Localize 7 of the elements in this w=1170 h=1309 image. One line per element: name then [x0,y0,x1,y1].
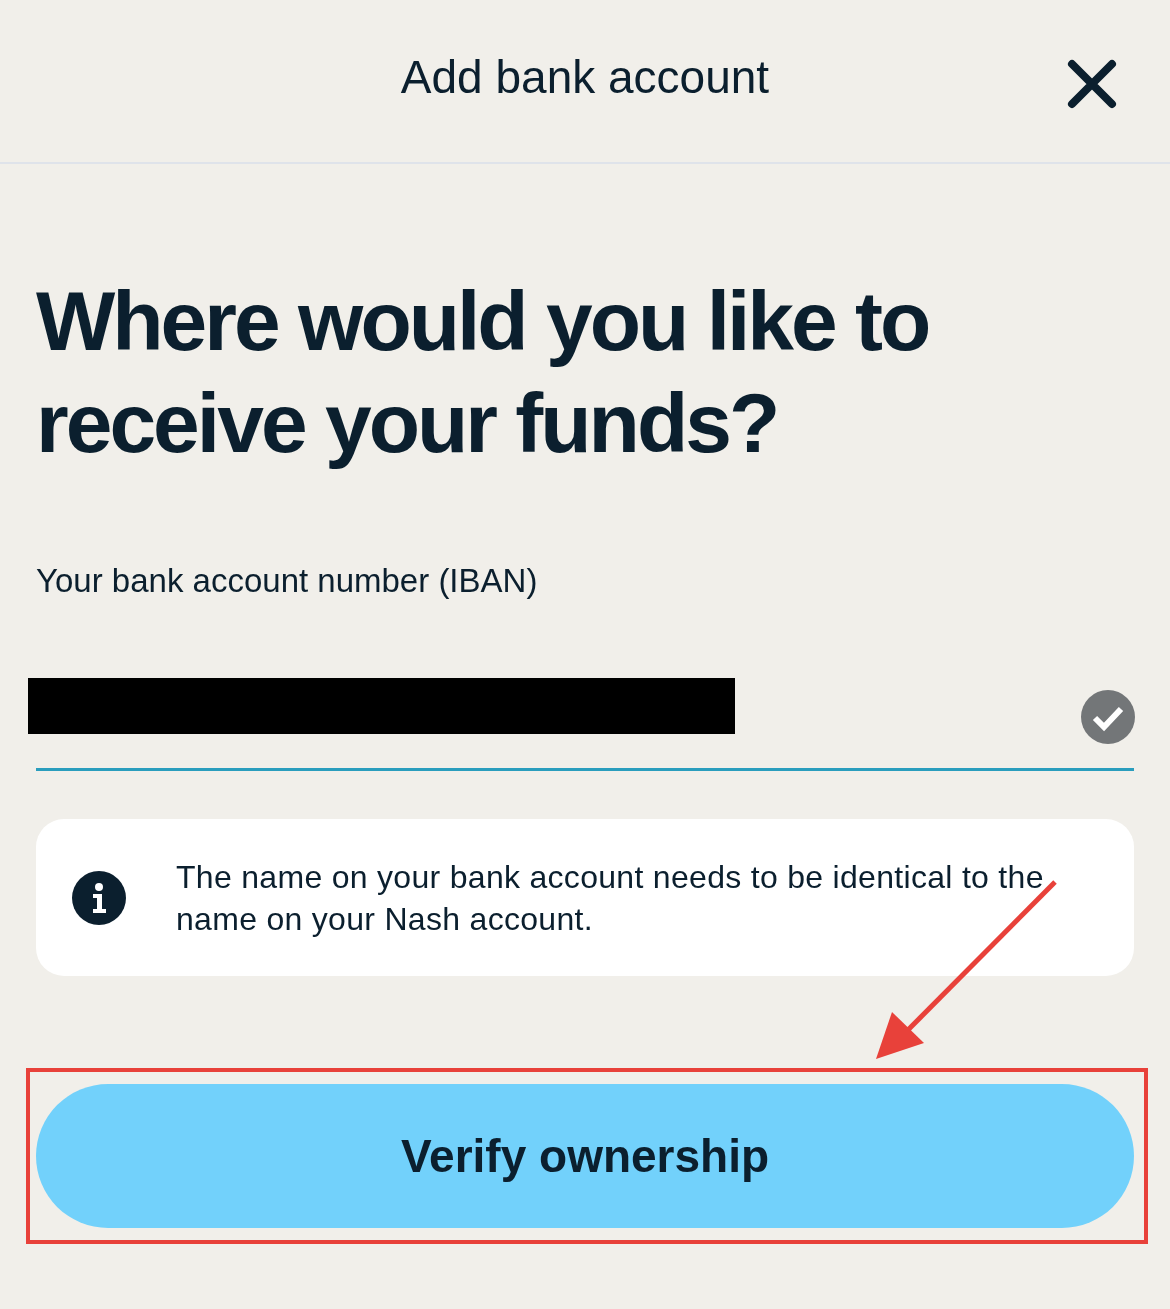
screen-title: Add bank account [400,50,770,104]
page-heading: Where would you like to receive your funds? [36,273,930,472]
verify-button[interactable]: Verify ownership [36,1084,1134,1228]
close-button[interactable] [1066,58,1118,110]
info-icon [72,870,126,925]
info-text: The name on your bank account needs to be identical to the name on your Nash account. [176,857,1045,939]
field-label: Your bank account number (IBAN) [36,562,539,600]
